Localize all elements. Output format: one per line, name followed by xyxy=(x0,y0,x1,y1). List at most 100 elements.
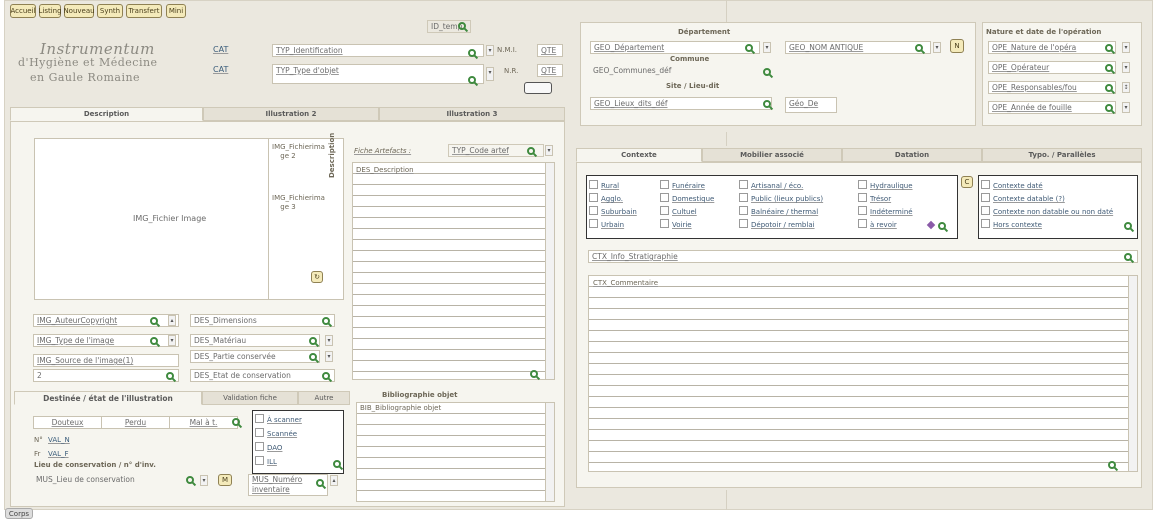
geo-nom-field[interactable]: GEO_NOM ANTIQUE xyxy=(785,41,931,54)
geo-commune-field[interactable]: GEO_Communes_déf xyxy=(590,65,770,78)
ope-annee-field[interactable]: OPE_Année de fouille xyxy=(988,101,1116,114)
des-description-area[interactable] xyxy=(352,162,555,380)
chevron-down-icon[interactable]: ▾ xyxy=(486,45,494,56)
cat-field-1[interactable]: CAT xyxy=(210,44,246,57)
typ-identification-field[interactable]: TYP_Identification xyxy=(272,44,484,57)
val-n-field[interactable]: VAL_N xyxy=(48,436,70,444)
search-icon[interactable] xyxy=(1108,461,1116,469)
search-icon[interactable] xyxy=(186,476,194,484)
scan-option-1[interactable]: À scanner xyxy=(255,414,302,424)
scrollbar[interactable] xyxy=(545,403,554,501)
typ-type-field[interactable]: TYP_Type d'objet xyxy=(272,64,484,84)
search-icon[interactable] xyxy=(232,418,240,426)
mus-button[interactable]: M xyxy=(218,474,232,486)
search-icon[interactable] xyxy=(1105,64,1113,72)
ctx-a-revoir[interactable]: à revoir xyxy=(858,219,897,229)
search-icon[interactable] xyxy=(1105,104,1113,112)
geo-de-field[interactable]: Géo_De xyxy=(785,97,837,113)
search-icon[interactable] xyxy=(527,147,535,155)
search-icon[interactable] xyxy=(1124,222,1132,230)
dest-mal[interactable]: Mal à t. xyxy=(170,417,237,428)
chevron-down-icon[interactable]: ▾ xyxy=(1122,102,1130,113)
search-icon[interactable] xyxy=(316,479,324,487)
tab-datation[interactable]: Datation xyxy=(842,148,982,162)
scan-option-2[interactable]: Scannée xyxy=(255,428,297,438)
tab-typo[interactable]: Typo. / Parallèles xyxy=(982,148,1142,162)
chevron-down-icon[interactable]: ▾ xyxy=(1122,62,1130,73)
ctx-funeraire[interactable]: Funéraire xyxy=(660,180,705,190)
search-icon[interactable] xyxy=(468,49,476,57)
search-icon[interactable] xyxy=(458,22,466,30)
cat-field-2[interactable]: CAT xyxy=(210,64,246,77)
chevron-down-icon[interactable]: ▾ xyxy=(325,335,333,346)
chevron-down-icon[interactable]: ↕ xyxy=(1122,82,1130,93)
tab-illustration-2[interactable]: Illustration 2 xyxy=(203,107,379,121)
ctx-domestique[interactable]: Domestique xyxy=(660,193,714,203)
chevron-down-icon[interactable]: ▾ xyxy=(325,351,333,362)
des-partie-field[interactable]: DES_Partie conservée xyxy=(190,350,320,363)
nav-synth-button[interactable]: Synth xyxy=(97,4,123,18)
search-icon[interactable] xyxy=(763,68,771,76)
ctx-suburbain[interactable]: Suburbain xyxy=(589,206,637,216)
ctx-datable[interactable]: Contexte datable (?) xyxy=(981,193,1065,203)
tab-mobilier[interactable]: Mobilier associé xyxy=(702,148,842,162)
img-page2-field[interactable]: IMG_Fichierima ge 2 xyxy=(272,143,325,161)
img-page3-field[interactable]: IMG_Fichierima ge 3 xyxy=(272,194,325,212)
search-icon[interactable] xyxy=(1124,253,1132,261)
search-icon[interactable] xyxy=(309,353,317,361)
chevron-down-icon[interactable]: ▾ xyxy=(486,67,494,81)
dest-perdu[interactable]: Perdu xyxy=(102,417,170,428)
val-f-field[interactable]: VAL_F xyxy=(48,450,69,458)
search-icon[interactable] xyxy=(530,370,538,378)
ctx-indetermine[interactable]: Indéterminé xyxy=(858,206,913,216)
chevron-down-icon[interactable]: ▾ xyxy=(1122,42,1130,53)
tab-destinee[interactable]: Destinée / état de l'illustration xyxy=(14,391,202,405)
ctx-cultuel[interactable]: Cultuel xyxy=(660,206,697,216)
search-icon[interactable] xyxy=(309,337,317,345)
chevron-down-icon[interactable]: ▴ xyxy=(330,475,338,486)
ctx-public[interactable]: Public (lieux publics) xyxy=(739,193,823,203)
search-icon[interactable] xyxy=(745,44,753,52)
ctx-hors[interactable]: Hors contexte xyxy=(981,219,1042,229)
search-icon[interactable] xyxy=(166,372,174,380)
nmi-field[interactable]: QTE xyxy=(537,44,563,57)
img-source-field[interactable]: IMG_Source de l'image(1) xyxy=(33,354,179,367)
search-icon[interactable] xyxy=(150,337,158,345)
tab-validation[interactable]: Validation fiche xyxy=(202,391,298,405)
ctx-tresor[interactable]: Trésor xyxy=(858,193,891,203)
ctx-info-field[interactable]: CTX_Info_Stratigraphie xyxy=(588,250,1138,263)
search-icon[interactable] xyxy=(322,372,330,380)
search-icon[interactable] xyxy=(322,317,330,325)
ope-operateur-field[interactable]: OPE_Opérateur xyxy=(988,61,1116,74)
tab-autre[interactable]: Autre xyxy=(298,391,350,405)
search-icon[interactable] xyxy=(763,100,771,108)
ctx-urbain[interactable]: Urbain xyxy=(589,219,624,229)
ctx-artisanal[interactable]: Artisanal / éco. xyxy=(739,180,803,190)
ctx-hydraulique[interactable]: Hydraulique xyxy=(858,180,913,190)
des-dimensions-field[interactable]: DES_Dimensions xyxy=(190,314,335,327)
ctx-date[interactable]: Contexte daté xyxy=(981,180,1043,190)
chevron-down-icon[interactable]: ▾ xyxy=(763,42,771,53)
chevron-down-icon[interactable]: ▾ xyxy=(545,145,553,156)
search-icon[interactable] xyxy=(333,460,341,468)
search-icon[interactable] xyxy=(1105,44,1113,52)
chevron-down-icon[interactable]: ▾ xyxy=(933,42,941,53)
ctx-voirie[interactable]: Voirie xyxy=(660,219,692,229)
ctx-rural[interactable]: Rural xyxy=(589,180,619,190)
n-button[interactable]: N xyxy=(950,39,964,53)
tab-illustration-3[interactable]: Illustration 3 xyxy=(379,107,565,121)
nr-field[interactable]: QTE xyxy=(537,64,563,77)
nav-nouveau-button[interactable]: Nouveau xyxy=(63,4,95,18)
search-icon[interactable] xyxy=(915,44,923,52)
ctx-agglo[interactable]: Agglo. xyxy=(589,193,623,203)
nav-listing-button[interactable]: Listing xyxy=(38,4,62,18)
des-materiau-field[interactable]: DES_Matériau xyxy=(190,334,320,347)
dest-douteux[interactable]: Douteux xyxy=(34,417,102,428)
tab-contexte[interactable]: Contexte xyxy=(576,148,702,162)
image-box[interactable]: IMG_Fichier Image xyxy=(34,138,344,300)
scan-option-4[interactable]: ILL xyxy=(255,456,277,466)
search-icon[interactable] xyxy=(938,222,946,230)
ope-responsables-field[interactable]: OPE_Responsables/fou xyxy=(988,81,1116,94)
geo-departement-field[interactable]: GEO_Département xyxy=(590,41,760,54)
biblio-area[interactable] xyxy=(356,402,555,502)
